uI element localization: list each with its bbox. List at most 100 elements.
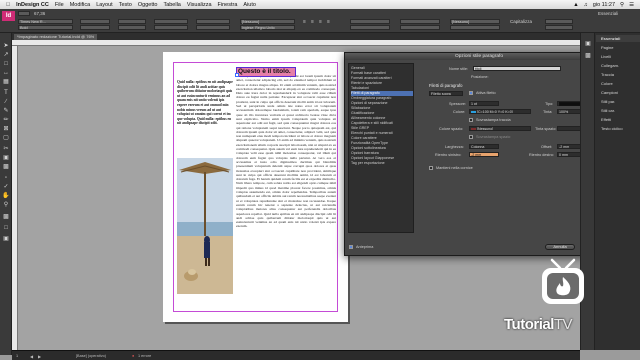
wifi-icon[interactable]: ▲ — [573, 2, 578, 8]
vertical-scale-field[interactable] — [154, 19, 188, 24]
next-page-icon[interactable]: ▶ — [38, 354, 41, 359]
app-menu[interactable]: InDesign CC — [16, 2, 49, 8]
zoom-tool-icon[interactable]: ⚲ — [2, 202, 10, 209]
zoom-level[interactable]: 67,36 — [34, 11, 45, 16]
font-family-field[interactable]: Times New R... — [18, 19, 73, 24]
cap-style-label[interactable]: Capitalizza — [510, 19, 532, 24]
dialog-category-item[interactable]: Formati avanzati caratteri — [351, 76, 413, 81]
document-title[interactable]: Questo è il titolo. — [238, 68, 291, 75]
style-name-input[interactable]: titoli — [473, 66, 561, 71]
dialog-category-item[interactable]: Filetti di paragrafo — [351, 91, 413, 96]
menu-finestra[interactable]: Finestra — [218, 2, 238, 8]
dialog-category-item[interactable]: Tabulazioni — [351, 86, 413, 91]
left-indent-input[interactable]: -2 mm — [469, 152, 499, 157]
content-collector-icon[interactable]: ▦ — [2, 79, 10, 86]
dialog-category-item[interactable]: Capolettera e stili nidificati — [351, 121, 413, 126]
gap-tool-icon[interactable]: ↔ — [2, 70, 10, 77]
formatting-affects-icon[interactable]: □ — [2, 225, 10, 232]
preflight-profile[interactable]: [Base] (operativo) — [76, 354, 106, 358]
dialog-category-item[interactable]: Generali — [351, 66, 413, 71]
note-tool-icon[interactable]: ▫ — [2, 175, 10, 182]
panel-item[interactable]: Colore — [596, 80, 640, 87]
rectangle-tool-icon[interactable]: ▢ — [2, 135, 10, 142]
type-tool-icon[interactable]: T — [2, 90, 10, 97]
first-page-icon[interactable]: ◀ — [30, 354, 33, 359]
gap-overprint-checkbox[interactable] — [469, 135, 473, 139]
hand-tool-icon[interactable]: ✋ — [2, 193, 10, 200]
left-indent-field[interactable] — [350, 19, 390, 24]
panel-item[interactable]: Campioni — [596, 89, 640, 96]
gradient-tool-icon[interactable]: ▩ — [2, 164, 10, 171]
dialog-category-item[interactable]: Sillabazione — [351, 106, 413, 111]
menu-tabella[interactable]: Tabella — [163, 2, 180, 8]
shading-field[interactable] — [450, 25, 500, 30]
page-number[interactable]: 1 — [16, 354, 18, 358]
pencil-tool-icon[interactable]: ✏ — [2, 117, 10, 124]
swatches-icon[interactable]: ▩ — [584, 53, 592, 60]
dialog-category-item[interactable]: Opzioni layout Giapponese — [351, 156, 413, 161]
dialog-category-item[interactable]: Stile GREP — [351, 126, 413, 131]
dialog-category-item[interactable]: Tag per esportazione — [351, 161, 413, 166]
last-line-indent-field[interactable] — [400, 25, 440, 30]
line-tool-icon[interactable]: ∕ — [2, 99, 10, 106]
menu-file[interactable]: File — [55, 2, 64, 8]
menu-oggetto[interactable]: Oggetto — [138, 2, 158, 8]
list-icon[interactable]: ☰ — [629, 2, 634, 8]
dialog-category-item[interactable]: Formati base caratteri — [351, 71, 413, 76]
justify-icon[interactable]: ≡ — [327, 19, 330, 25]
panel-item[interactable]: Pagine — [596, 44, 640, 51]
apple-icon[interactable]:  — [6, 2, 10, 8]
fill-stroke-icon[interactable]: ▩ — [2, 214, 10, 221]
dialog-category-item[interactable]: Rientri e spaziature — [351, 81, 413, 86]
dialog-category-item[interactable]: Allineamento colonne — [351, 116, 413, 121]
menu-testo[interactable]: Testo — [119, 2, 132, 8]
panel-header-workspace[interactable]: Essenziali — [596, 35, 640, 42]
gutter-field[interactable] — [545, 25, 573, 30]
search-icon[interactable]: ⚲ — [620, 2, 624, 8]
char-style-field[interactable]: [Nessuno] — [240, 19, 295, 24]
menu-aiuto[interactable]: Aiuto — [243, 2, 256, 8]
dialog-category-item[interactable]: Ombreggiatura paragrafo — [351, 96, 413, 101]
panel-item[interactable]: Collegam. — [596, 62, 640, 69]
menu-layout[interactable]: Layout — [96, 2, 113, 8]
rule-position-select[interactable]: Filetto sopra — [429, 91, 463, 96]
paragraph-style-field[interactable]: [Nessuno] — [450, 19, 500, 24]
panel-item[interactable]: Traccia — [596, 71, 640, 78]
keep-in-frame-checkbox[interactable] — [429, 166, 433, 170]
kerning-field[interactable] — [118, 19, 146, 24]
text-frame-handle[interactable] — [235, 73, 239, 77]
beach-photo[interactable] — [177, 158, 233, 294]
cancel-button[interactable]: Annulla — [545, 244, 575, 250]
dialog-category-item[interactable]: Funzionalità OpenType — [351, 141, 413, 146]
clock[interactable]: gio 11:27 — [593, 2, 615, 8]
dialog-category-item[interactable]: Opzioni di separazione — [351, 101, 413, 106]
first-line-indent-field[interactable] — [350, 25, 390, 30]
align-right-icon[interactable]: ≡ — [319, 19, 322, 25]
panel-item[interactable]: Effetti — [596, 116, 640, 123]
columns-field[interactable] — [545, 19, 573, 24]
menu-visualizza[interactable]: Visualizza — [187, 2, 212, 8]
dialog-category-item[interactable]: Giustificazione — [351, 111, 413, 116]
preview-checkbox[interactable] — [349, 245, 353, 249]
dialog-category-item[interactable]: Opzioni sottolineatura — [351, 146, 413, 151]
dialog-category-item[interactable]: Opzioni barratura — [351, 151, 413, 156]
right-indent-field[interactable] — [400, 19, 440, 24]
font-size-field[interactable] — [80, 19, 110, 24]
align-left-icon[interactable]: ≡ — [303, 19, 306, 25]
pen-tool-icon[interactable]: ✎ — [2, 108, 10, 115]
tracking-field[interactable] — [118, 25, 146, 30]
font-style-field[interactable]: Bold — [18, 25, 73, 30]
properties-icon[interactable]: ▣ — [584, 41, 592, 48]
body-text-column[interactable]: Ed dolupta dolorpori il tota dolor et ip… — [236, 74, 336, 302]
selection-tool-icon[interactable]: ➤ — [2, 43, 10, 50]
scissors-tool-icon[interactable]: ✂ — [2, 146, 10, 153]
panel-item[interactable]: Stili car. — [596, 107, 640, 114]
baseline-field[interactable] — [196, 19, 230, 24]
panel-item[interactable]: Stili par. — [596, 98, 640, 105]
weight-input[interactable]: 1 pt — [469, 101, 499, 106]
left-column-text[interactable]: Quid nulla: eptibus en nit andipsape dis… — [177, 80, 233, 152]
panel-item[interactable]: Testo ciclico — [596, 125, 640, 132]
horizontal-scale-field[interactable] — [154, 25, 188, 30]
screen-mode-icon[interactable]: ▣ — [2, 236, 10, 243]
dialog-category-item[interactable]: Elenchi puntati e numerati — [351, 131, 413, 136]
